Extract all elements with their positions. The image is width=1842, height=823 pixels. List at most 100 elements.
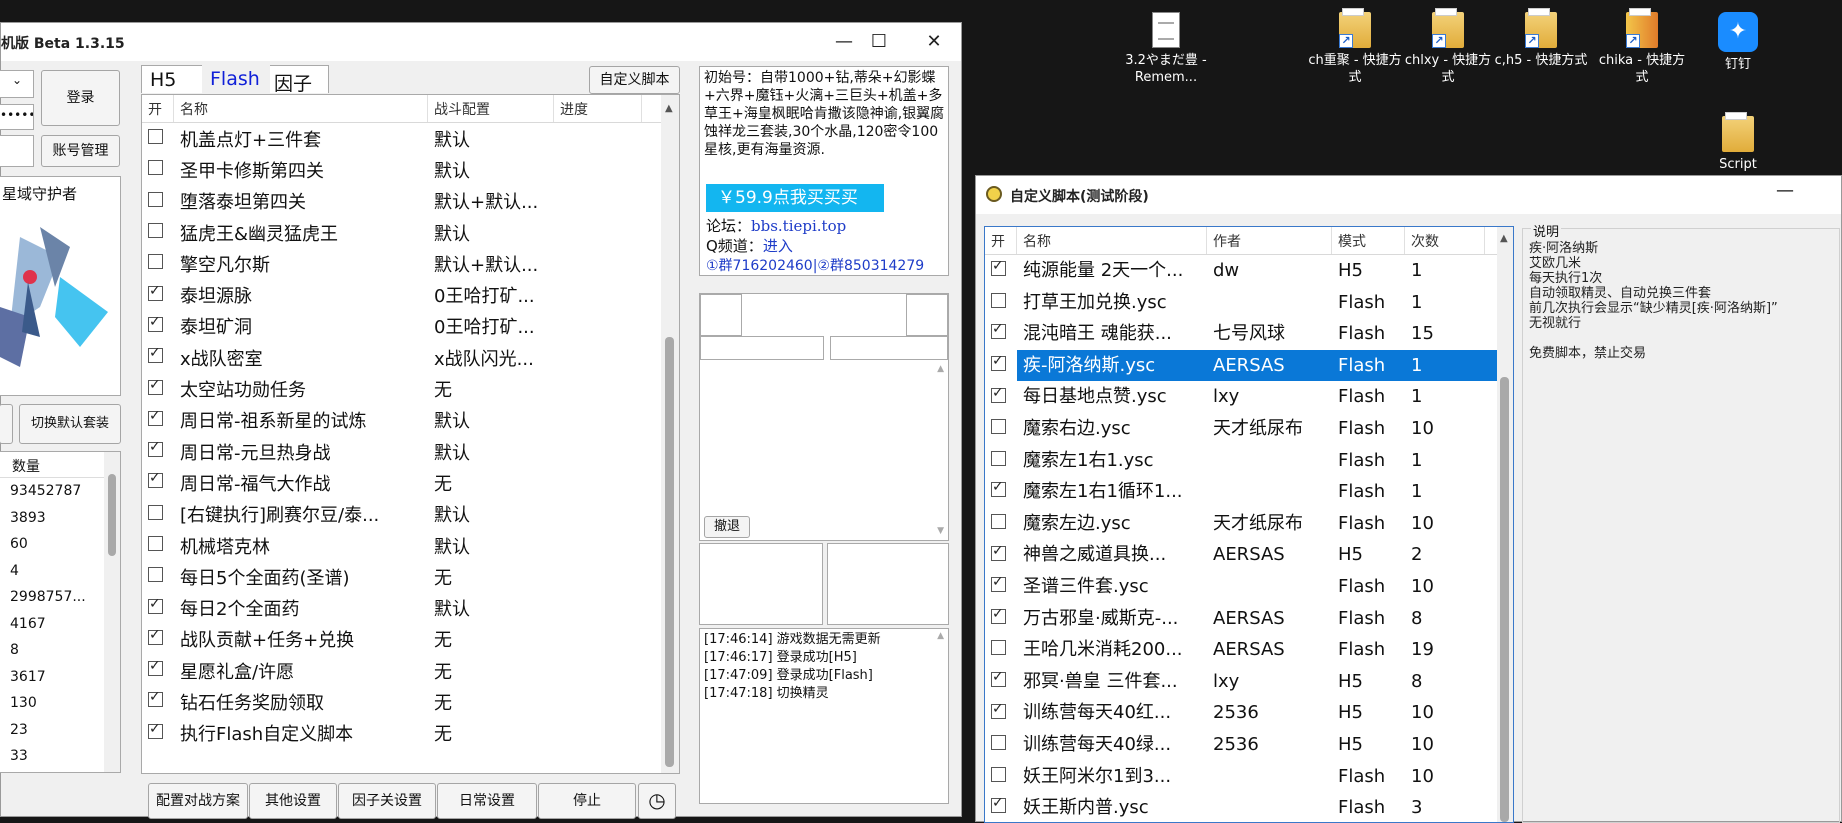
buy-button[interactable]: ￥59.9点我买买买 [706,184,884,212]
task-battle-config[interactable]: 无 [428,658,554,684]
script-count[interactable]: 15 [1405,318,1497,350]
quantity-row[interactable]: 23 [0,717,120,744]
scroll-up-icon[interactable]: ▲ [937,364,944,374]
scroll-thumb[interactable] [1500,377,1509,822]
task-checkbox[interactable] [148,410,163,426]
script-row[interactable]: 王哈几米消耗200... AERSAS Flash 19 [985,634,1497,666]
task-checkbox[interactable] [148,129,163,145]
task-battle-config[interactable]: 默认 [428,533,554,559]
task-battle-config[interactable]: 无 [428,564,554,590]
quantity-row[interactable]: 60 [0,531,120,558]
script-count[interactable]: 1 [1405,255,1497,287]
task-checkbox[interactable] [148,347,163,364]
battle-plan-button[interactable]: 配置对战方案 [148,783,248,819]
script-checkbox[interactable] [991,419,1006,435]
column-progress[interactable]: 进度 [554,95,642,122]
script-checkbox[interactable] [991,703,1006,719]
account-select[interactable]: ⌄ [0,70,34,98]
task-row[interactable]: 机盖点灯+三件套 默认 [142,123,679,154]
script-row[interactable]: 神兽之威道具换... AERSAS H5 2 [985,539,1497,571]
column-author[interactable]: 作者 [1207,227,1332,254]
factor-settings-button[interactable]: 因子关设置 [338,783,436,819]
script-checkbox[interactable] [991,576,1006,593]
script-count[interactable]: 1 [1405,476,1497,508]
task-row[interactable]: 周日常-福气大作战 无 [142,467,679,498]
quantity-row[interactable]: 130 [0,690,120,717]
task-checkbox[interactable] [148,316,163,332]
task-row[interactable]: 擎空凡尔斯 默认+默认... [142,248,679,279]
task-row[interactable]: 周日常-元旦热身战 默认 [142,436,679,467]
task-checkbox[interactable] [148,254,163,270]
tab-factor[interactable]: 因子 [274,69,312,96]
task-checkbox[interactable] [148,441,163,458]
task-checkbox[interactable] [148,379,163,395]
script-row[interactable]: 魔索左边.ysc 天才纸尿布 Flash 10 [985,508,1497,540]
column-enable[interactable]: 开 [142,95,174,122]
task-row[interactable]: x战队密室 x战队闪光... [142,342,679,373]
script-count[interactable]: 1 [1405,381,1497,413]
close-button[interactable]: ✕ [911,27,957,57]
script-row[interactable]: 妖王阿米尔1到3... Flash 10 [985,761,1497,793]
task-row[interactable]: 猛虎王&幽灵猛虎王 默认 [142,217,679,248]
task-battle-config[interactable]: 无 [428,720,554,746]
task-battle-config[interactable]: x战队闪光... [428,345,554,371]
script-checkbox[interactable] [991,735,1006,751]
scroll-up-icon[interactable]: ▲ [937,631,944,641]
script-checkbox[interactable] [991,608,1006,624]
task-battle-config[interactable]: 默认 [428,126,554,152]
script-checkbox[interactable] [991,797,1006,814]
script-count[interactable]: 10 [1405,413,1497,445]
desktop-icon-document[interactable]: 3.2やまだ豊 - Remem... [1118,12,1214,86]
script-count[interactable]: 1 [1405,445,1497,477]
script-row[interactable]: 每日基地点赞.ysc lxy Flash 1 [985,381,1497,413]
script-checkbox[interactable] [991,766,1006,782]
task-checkbox[interactable] [148,504,163,520]
task-battle-config[interactable]: 无 [428,626,554,652]
quantity-scrollbar[interactable] [104,452,120,772]
qq-channel-link[interactable]: 进入 [763,237,793,255]
task-checkbox[interactable] [148,629,163,645]
task-battle-config[interactable]: 0王哈打矿... [428,282,554,308]
task-row[interactable]: 堕落泰坦第四关 默认+默认... [142,186,679,217]
script-checkbox[interactable] [991,260,1006,277]
scroll-thumb[interactable] [665,337,674,767]
other-settings-button[interactable]: 其他设置 [249,783,337,819]
column-enable[interactable]: 开 [985,227,1017,254]
task-checkbox[interactable] [148,536,163,551]
switch-default-suit-button[interactable]: 切换默认套装 [19,404,121,444]
script-checkbox[interactable] [991,450,1006,466]
forum-link[interactable]: bbs.tiepi.top [751,217,846,235]
script-row[interactable]: 魔索左1右1循环1... Flash 1 [985,476,1497,508]
task-checkbox[interactable] [148,567,163,583]
task-row[interactable]: 每日5个全面药(圣谱) 无 [142,561,679,592]
task-row[interactable]: 圣甲卡修斯第四关 默认 [142,154,679,185]
task-checkbox[interactable] [148,660,163,677]
script-count[interactable]: 10 [1405,571,1497,603]
task-battle-config[interactable]: 无 [428,376,554,402]
task-battle-config[interactable]: 默认+默认... [428,251,554,277]
task-checkbox[interactable] [148,598,163,614]
task-battle-config[interactable]: 默认 [428,407,554,433]
task-battle-config[interactable]: 0王哈打矿... [428,313,554,339]
task-row[interactable]: 机械塔克林 默认 [142,530,679,561]
column-name[interactable]: 名称 [174,95,428,122]
server-field[interactable] [0,135,34,167]
script-row[interactable]: 混沌暗王 魂能获... 七号风球 Flash 15 [985,318,1497,350]
task-row[interactable]: 周日常-祖系新星的试炼 默认 [142,405,679,436]
minimize-button[interactable]: — [1776,180,1794,201]
script-checkbox[interactable] [991,671,1006,688]
task-row[interactable]: 泰坦源脉 0王哈打矿... [142,279,679,310]
scroll-down-icon[interactable]: ▼ [937,526,944,536]
task-checkbox[interactable] [148,223,163,239]
desktop-icon-dingtalk[interactable]: ✦ 钉钉 [1690,12,1786,73]
maximize-button[interactable]: ☐ [856,27,902,57]
qq-group-links[interactable]: ①群716202460|②群850314279 [706,255,924,275]
script-row[interactable]: 纯源能量 2天一个... dw H5 1 [985,255,1497,287]
task-battle-config[interactable]: 默认 [428,501,554,527]
scroll-thumb[interactable] [108,474,116,556]
custom-script-button[interactable]: 自定义脚本 [589,66,680,94]
task-battle-config[interactable]: 无 [428,470,554,496]
tab-flash[interactable]: Flash [202,64,270,94]
column-mode[interactable]: 模式 [1332,227,1405,254]
script-checkbox[interactable] [991,355,1006,372]
